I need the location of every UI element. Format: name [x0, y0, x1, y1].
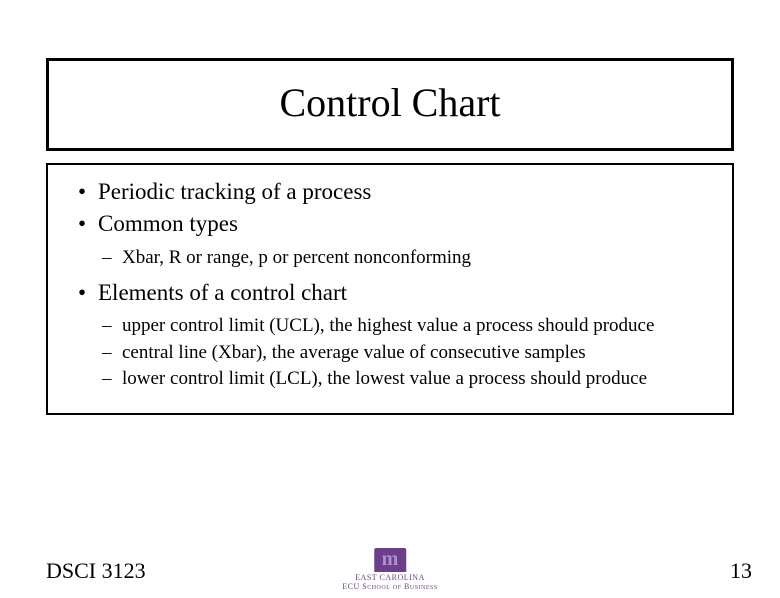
logo-text-line2: ECU School of Business	[342, 583, 437, 592]
bullet-item: Elements of a control chart	[78, 278, 720, 308]
bullet-list: Periodic tracking of a process Common ty…	[60, 177, 720, 240]
sub-item: Xbar, R or range, p or percent nonconfor…	[102, 246, 720, 270]
sub-list: upper control limit (UCL), the highest v…	[60, 314, 720, 391]
sub-item: central line (Xbar), the average value o…	[102, 341, 720, 365]
title-box: Control Chart	[46, 58, 734, 151]
course-code: DSCI 3123	[46, 558, 146, 584]
page-number: 13	[730, 558, 752, 584]
sub-item: upper control limit (UCL), the highest v…	[102, 314, 720, 338]
sub-item: lower control limit (LCL), the lowest va…	[102, 367, 720, 391]
bullet-item: Periodic tracking of a process	[78, 177, 720, 207]
sub-list: Xbar, R or range, p or percent nonconfor…	[60, 246, 720, 270]
footer: DSCI 3123 13	[46, 558, 752, 584]
bullet-item: Common types	[78, 209, 720, 239]
content-box: Periodic tracking of a process Common ty…	[46, 163, 734, 415]
bullet-list: Elements of a control chart	[60, 278, 720, 308]
slide-title: Control Chart	[59, 79, 721, 126]
